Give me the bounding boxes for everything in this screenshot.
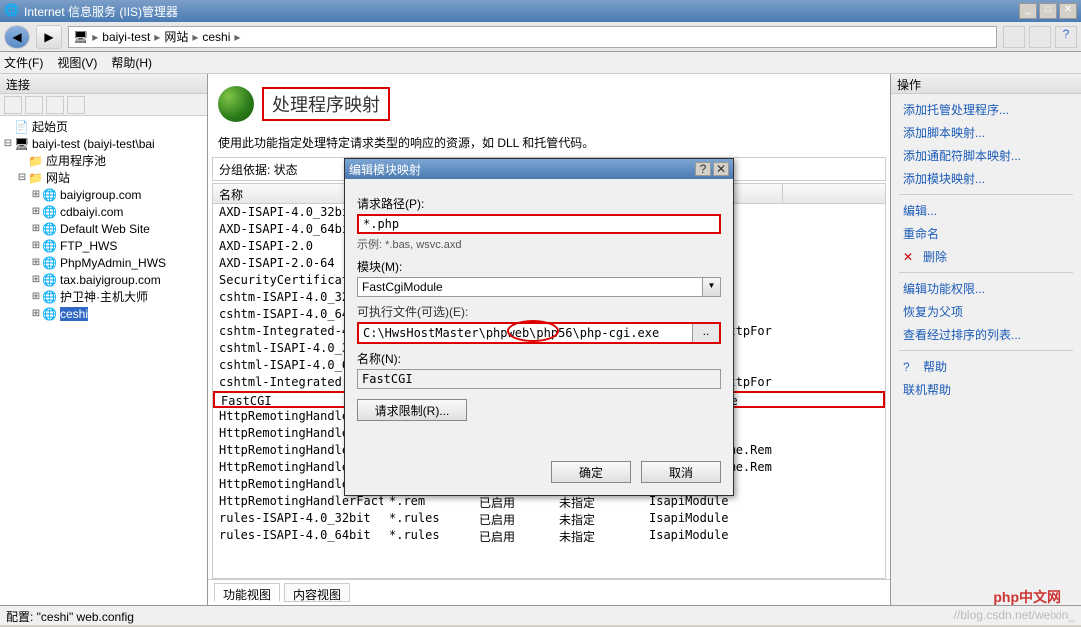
menu-view[interactable]: 视图(V) — [57, 54, 97, 71]
action-revert[interactable]: 恢复为父项 — [891, 300, 1081, 323]
tree-tool-1[interactable] — [4, 96, 22, 114]
node-site-1[interactable]: ⊞🌐baiyigroup.com — [2, 186, 205, 203]
hint-example: 示例: *.bas, wsvc.axd — [357, 236, 721, 252]
connections-tree[interactable]: 📄起始页 ⊟🖥baiyi-test (baiyi-test\bai 📁应用程序池… — [0, 116, 207, 605]
action-delete[interactable]: ✕删除 — [891, 245, 1081, 268]
label-request-path: 请求路径(P): — [357, 195, 721, 212]
action-online-help[interactable]: 联机帮助 — [891, 378, 1081, 401]
input-executable[interactable] — [359, 324, 693, 342]
tree-tool-3[interactable] — [46, 96, 64, 114]
input-module[interactable] — [357, 277, 703, 297]
tree-toolbar — [0, 94, 207, 116]
request-restrictions-button[interactable]: 请求限制(R)... — [357, 399, 467, 421]
node-sites[interactable]: ⊟📁网站 — [2, 169, 205, 186]
action-add-wildcard[interactable]: 添加通配符脚本映射... — [891, 144, 1081, 167]
table-row[interactable]: rules-ISAPI-4.0_64bit*.rules已启用未指定IsapiM… — [213, 527, 885, 544]
handler-icon — [218, 86, 254, 122]
breadcrumb-server[interactable]: baiyi-test — [102, 30, 150, 44]
action-rename[interactable]: 重命名 — [891, 222, 1081, 245]
computer-icon: 🖥 — [73, 30, 88, 44]
action-add-managed[interactable]: 添加托管处理程序... — [891, 98, 1081, 121]
action-add-script[interactable]: 添加脚本映射... — [891, 121, 1081, 144]
module-dropdown-icon[interactable]: ▼ — [703, 277, 721, 297]
page-title: 处理程序映射 — [262, 87, 390, 121]
cancel-button[interactable]: 取消 — [641, 461, 721, 483]
node-site-3[interactable]: ⊞🌐Default Web Site — [2, 220, 205, 237]
breadcrumb-sites[interactable]: 网站 — [164, 28, 188, 45]
help-icon: ? — [903, 360, 917, 374]
label-executable: 可执行文件(可选)(E): — [357, 303, 721, 320]
node-site-6[interactable]: ⊞🌐tax.baiyigroup.com — [2, 271, 205, 288]
connections-header: 连接 — [0, 74, 207, 94]
maximize-button[interactable]: □ — [1039, 3, 1057, 19]
status-bar: 配置: "ceshi" web.config //blog.csdn.net/w… — [0, 605, 1081, 625]
action-edit-perm[interactable]: 编辑功能权限... — [891, 277, 1081, 300]
breadcrumb-site[interactable]: ceshi — [202, 30, 230, 44]
input-request-path[interactable] — [357, 214, 721, 234]
action-view-ordered[interactable]: 查看经过排序的列表... — [891, 323, 1081, 346]
dialog-help-button[interactable]: ? — [695, 162, 711, 176]
app-icon: 🌐 — [4, 3, 20, 19]
node-site-5[interactable]: ⊞🌐PhpMyAdmin_HWS — [2, 254, 205, 271]
connections-panel: 连接 📄起始页 ⊟🖥baiyi-test (baiyi-test\bai 📁应用… — [0, 74, 208, 605]
tree-tool-2[interactable] — [25, 96, 43, 114]
edit-module-mapping-dialog: 编辑模块映射 ? ✕ 请求路径(P): 示例: *.bas, wsvc.axd … — [344, 158, 734, 496]
view-tabs: 功能视图 内容视图 — [208, 579, 890, 605]
node-site-ceshi[interactable]: ⊞🌐ceshi — [2, 305, 205, 322]
node-site-4[interactable]: ⊞🌐FTP_HWS — [2, 237, 205, 254]
breadcrumb[interactable]: 🖥 ▸ baiyi-test ▸ 网站 ▸ ceshi ▸ — [68, 26, 997, 48]
node-site-7[interactable]: ⊞🌐护卫神·主机大师 — [2, 288, 205, 305]
delete-icon: ✕ — [903, 250, 917, 264]
actions-header: 操作 — [891, 74, 1081, 94]
tool-2[interactable] — [1029, 26, 1051, 48]
dialog-close-button[interactable]: ✕ — [713, 162, 729, 176]
nav-bar: ◀ ▶ 🖥 ▸ baiyi-test ▸ 网站 ▸ ceshi ▸ ? — [0, 22, 1081, 52]
input-name[interactable] — [357, 369, 721, 389]
tool-1[interactable] — [1003, 26, 1025, 48]
watermark-logo: php中文网 — [993, 587, 1061, 607]
forward-button[interactable]: ▶ — [36, 25, 62, 49]
browse-button[interactable]: .. — [693, 324, 719, 342]
label-name: 名称(N): — [357, 350, 721, 367]
node-site-2[interactable]: ⊞🌐cdbaiyi.com — [2, 203, 205, 220]
node-server[interactable]: ⊟🖥baiyi-test (baiyi-test\bai — [2, 135, 205, 152]
tab-feature-view[interactable]: 功能视图 — [214, 583, 280, 602]
status-watermark: //blog.csdn.net/weixin_ — [954, 608, 1075, 623]
actions-panel: 操作 添加托管处理程序... 添加脚本映射... 添加通配符脚本映射... 添加… — [891, 74, 1081, 605]
menu-help[interactable]: 帮助(H) — [111, 54, 152, 71]
table-row[interactable]: rules-ISAPI-4.0_32bit*.rules已启用未指定IsapiM… — [213, 510, 885, 527]
tree-tool-4[interactable] — [67, 96, 85, 114]
title-bar: 🌐 Internet 信息服务 (IIS)管理器 _ □ ✕ — [0, 0, 1081, 22]
action-add-module[interactable]: 添加模块映射... — [891, 167, 1081, 190]
dialog-title: 编辑模块映射 — [349, 161, 693, 178]
action-help[interactable]: ?帮助 — [891, 355, 1081, 378]
dialog-titlebar[interactable]: 编辑模块映射 ? ✕ — [345, 159, 733, 179]
ok-button[interactable]: 确定 — [551, 461, 631, 483]
back-button[interactable]: ◀ — [4, 25, 30, 49]
tab-content-view[interactable]: 内容视图 — [284, 583, 350, 602]
action-edit[interactable]: 编辑... — [891, 199, 1081, 222]
close-button[interactable]: ✕ — [1059, 3, 1077, 19]
menu-bar: 文件(F) 视图(V) 帮助(H) — [0, 52, 1081, 74]
node-startpage[interactable]: 📄起始页 — [2, 118, 205, 135]
page-description: 使用此功能指定处理特定请求类型的响应的资源，如 DLL 和托管代码。 — [208, 134, 890, 157]
node-apppool[interactable]: 📁应用程序池 — [2, 152, 205, 169]
menu-file[interactable]: 文件(F) — [4, 54, 43, 71]
status-config: 配置: "ceshi" web.config — [6, 608, 134, 623]
tool-help[interactable]: ? — [1055, 26, 1077, 48]
label-module: 模块(M): — [357, 258, 721, 275]
window-title: Internet 信息服务 (IIS)管理器 — [24, 3, 1019, 20]
minimize-button[interactable]: _ — [1019, 3, 1037, 19]
